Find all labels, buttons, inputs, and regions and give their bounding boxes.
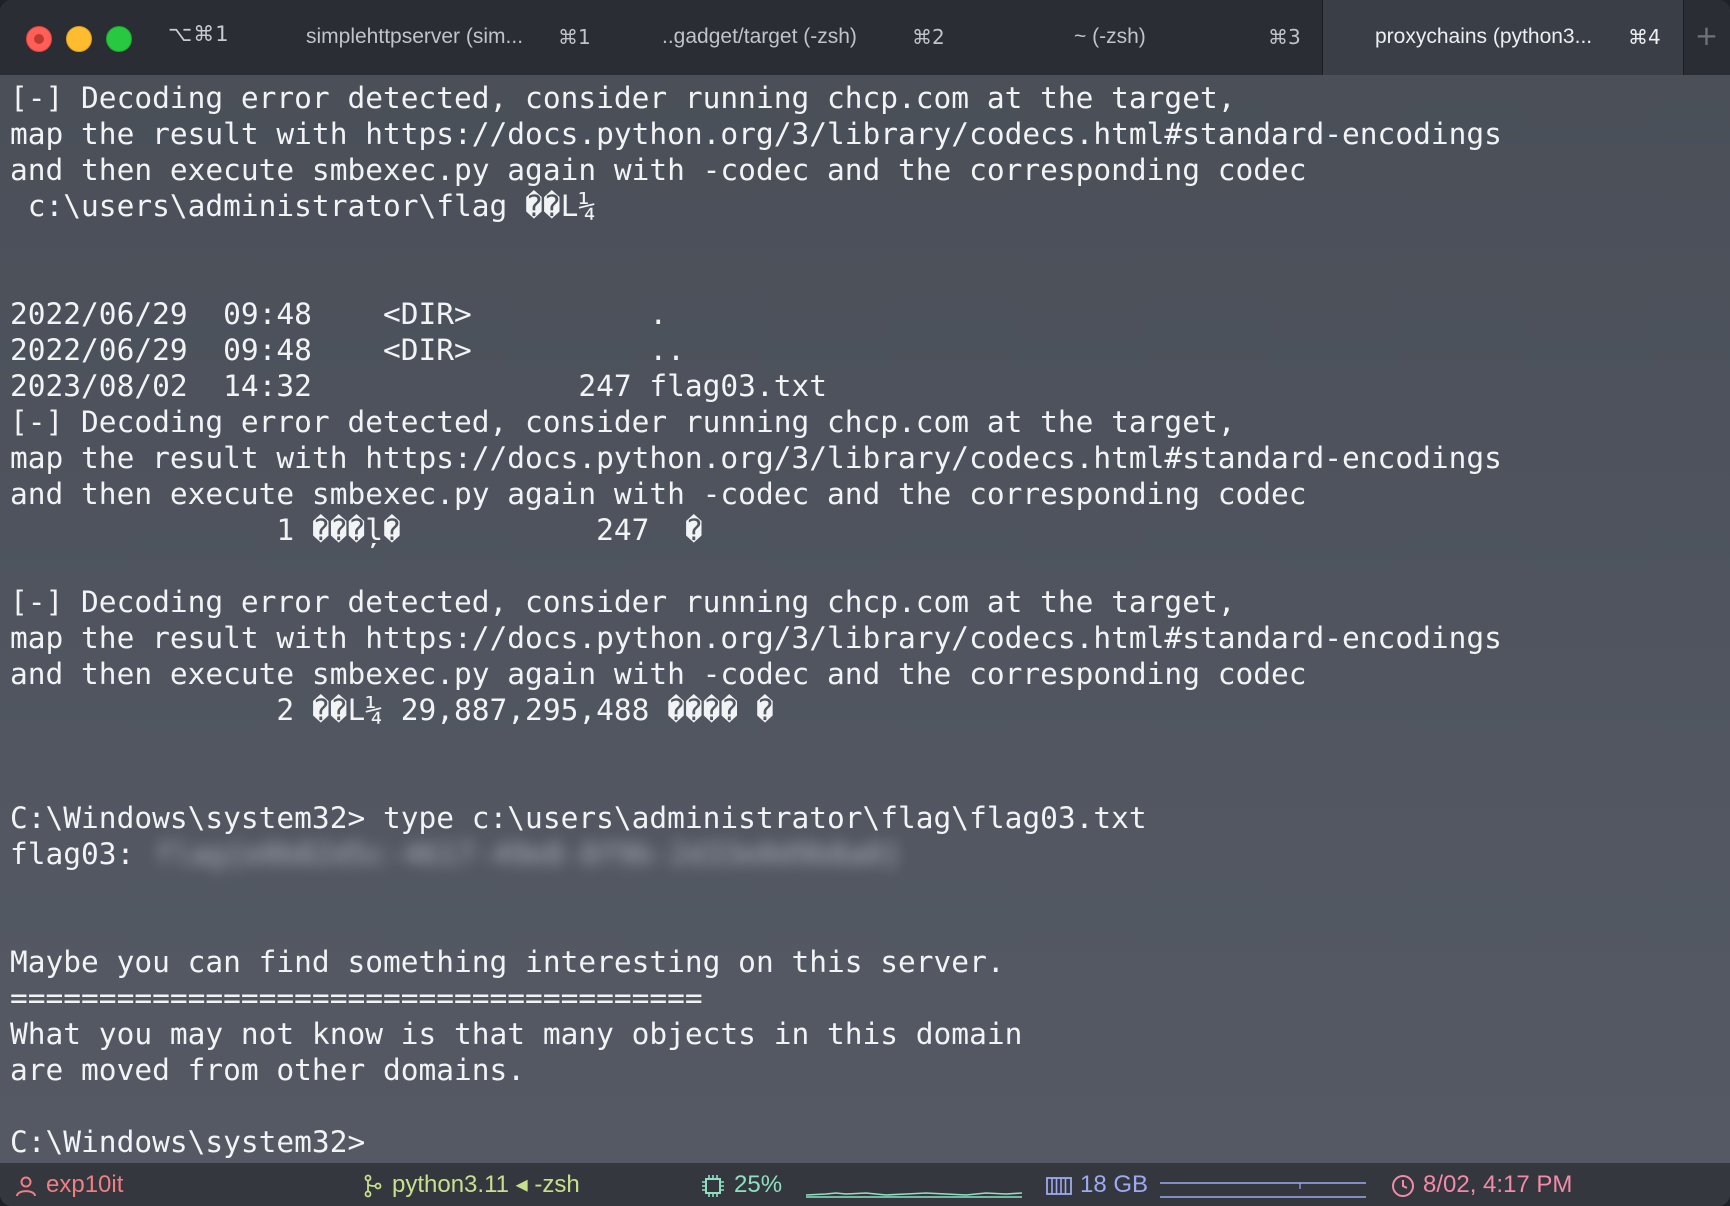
status-user: exp10it — [14, 1163, 123, 1206]
terminal-line: map the result with https://docs.python.… — [10, 441, 1502, 475]
status-datetime: 8/02, 4:17 PM — [1391, 1163, 1572, 1206]
terminal-prompt[interactable]: C:\Windows\system32> — [10, 1124, 365, 1160]
status-memory-label: 18 GB — [1080, 1171, 1149, 1198]
tab-home-zsh[interactable]: ~ (-zsh) ⌘3 — [960, 0, 1322, 75]
terminal-line: map the result with https://docs.python.… — [10, 621, 1502, 655]
terminal-line: Maybe you can find something interesting… — [10, 945, 1005, 979]
terminal-window: ⌥⌘1 simplehttpserver (sim... ⌘1 ..gadget… — [0, 0, 1730, 1206]
minimize-window-button[interactable] — [66, 26, 92, 52]
terminal-line: 2 ��L¼ 29,887,295,488 ���� � — [10, 693, 774, 727]
memory-sparkline — [1160, 1182, 1366, 1198]
terminal-line: c:\users\administrator\flag ��L¼ — [10, 189, 597, 223]
tab-title: ~ (-zsh) — [1074, 25, 1146, 48]
user-icon — [16, 1176, 36, 1196]
tab-shortcut: ⌘3 — [1268, 25, 1301, 49]
tab-gadget-target[interactable]: ..gadget/target (-zsh) ⌘2 — [630, 0, 960, 75]
tab-title: simplehttpserver (sim... — [306, 25, 524, 48]
terminal-output[interactable]: [-] Decoding error detected, consider ru… — [0, 75, 1730, 1163]
terminal-line: [-] Decoding error detected, consider ru… — [10, 405, 1236, 439]
terminal-line: C:\Windows\system32> type c:\users\admin… — [10, 801, 1147, 835]
terminal-line: and then execute smbexec.py again with -… — [10, 153, 1307, 187]
terminal-line: 2022/06/29 09:48 <DIR> .. — [10, 333, 685, 367]
terminal-line: ======================================= — [10, 981, 703, 1015]
window-shortcut: ⌥⌘1 — [168, 22, 230, 46]
cpu-icon — [702, 1174, 724, 1197]
terminal-line: and then execute smbexec.py again with -… — [10, 657, 1307, 691]
clock-icon — [1392, 1174, 1414, 1197]
cpu-sparkline — [806, 1192, 1022, 1198]
close-window-button[interactable] — [26, 26, 52, 52]
memory-icon — [1046, 1176, 1072, 1195]
tab-shortcut: ⌘1 — [558, 25, 591, 49]
terminal-line: [-] Decoding error detected, consider ru… — [10, 585, 1236, 619]
tab-proxychains[interactable]: proxychains (python3... ⌘4 — [1322, 0, 1684, 75]
tab-title: ..gadget/target (-zsh) — [662, 25, 857, 48]
terminal-line: are moved from other domains. — [10, 1053, 526, 1087]
status-datetime-label: 8/02, 4:17 PM — [1423, 1171, 1573, 1198]
status-job: python3.11 ◂ -zsh — [362, 1163, 580, 1206]
branch-icon — [364, 1174, 382, 1198]
terminal-line: [-] Decoding error detected, consider ru… — [10, 81, 1236, 115]
terminal-line: 1 ���ļ� 247 � — [10, 513, 703, 547]
title-bar: ⌥⌘1 simplehttpserver (sim... ⌘1 ..gadget… — [0, 0, 1730, 75]
terminal-line: flag03: — [10, 837, 153, 871]
terminal-line: 2023/08/02 14:32 247 flag03.txt — [10, 369, 827, 403]
tab-title: proxychains (python3... — [1375, 25, 1593, 48]
status-cpu: 25% — [700, 1163, 782, 1206]
maximize-window-button[interactable] — [106, 26, 132, 52]
status-cpu-label: 25% — [734, 1171, 783, 1198]
status-job-label: python3.11 ◂ -zsh — [392, 1171, 580, 1198]
tab-simplehttpserver[interactable]: simplehttpserver (sim... ⌘1 — [230, 0, 630, 75]
terminal-line: and then execute smbexec.py again with -… — [10, 477, 1307, 511]
terminal-line: What you may not know is that many objec… — [10, 1017, 1023, 1051]
status-user-label: exp10it — [46, 1171, 124, 1198]
terminal-line: 2022/06/29 09:48 <DIR> . — [10, 297, 668, 331]
status-bar: exp10it python3.11 ◂ -zsh 25% 18 GB 8/02… — [0, 1163, 1730, 1206]
status-memory: 18 GB — [1046, 1163, 1148, 1206]
terminal-line: map the result with https://docs.python.… — [10, 117, 1502, 151]
new-tab-button[interactable]: + — [1683, 0, 1730, 75]
tab-shortcut: ⌘2 — [912, 25, 945, 49]
flag-value-redacted: flag{e0b82d5c-4617-49e8-8f9b-2d33e0d9b8a… — [155, 837, 901, 871]
tab-shortcut: ⌘4 — [1628, 25, 1661, 49]
